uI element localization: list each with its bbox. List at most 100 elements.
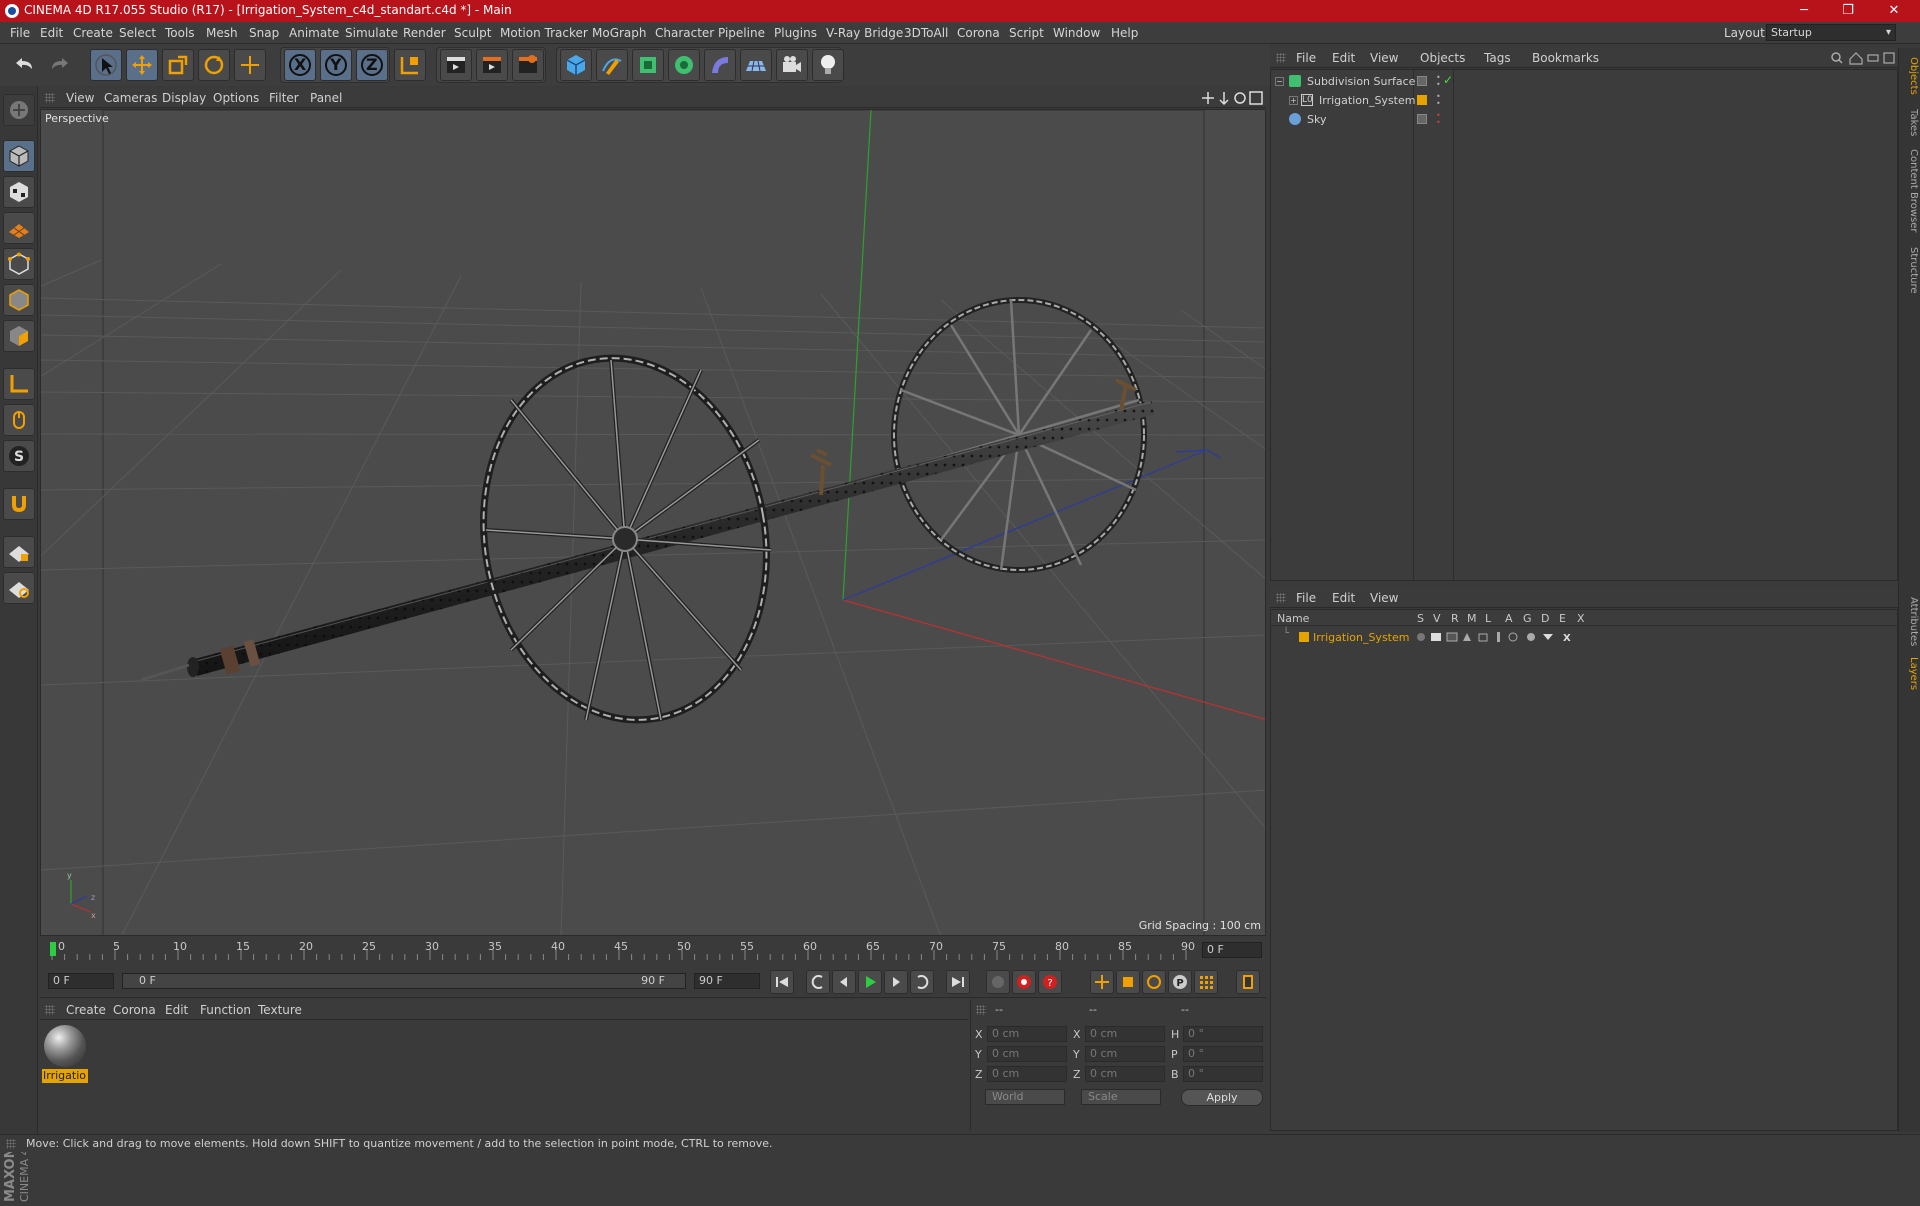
layer-col-r[interactable]: R xyxy=(1451,612,1459,625)
previous-frame-button[interactable] xyxy=(832,970,856,994)
object-menu-tags[interactable]: Tags xyxy=(1484,51,1511,65)
workplane-mode-button[interactable] xyxy=(3,212,35,244)
tab-content-browser[interactable]: Content Browser xyxy=(1901,148,1919,234)
layer-tag-icon[interactable] xyxy=(1417,76,1427,86)
layer-menu-file[interactable]: File xyxy=(1296,591,1316,605)
render-settings-button[interactable] xyxy=(512,49,544,81)
tab-structure[interactable]: Structure xyxy=(1901,244,1919,296)
panel-grip[interactable] xyxy=(1276,53,1286,63)
points-mode-button[interactable] xyxy=(3,248,35,280)
undo-button[interactable] xyxy=(8,49,40,81)
key-position-button[interactable] xyxy=(1090,970,1114,994)
material-menu-create[interactable]: Create xyxy=(66,1003,106,1017)
object-menu-view[interactable]: View xyxy=(1370,51,1398,65)
live-selection-button[interactable] xyxy=(90,49,122,81)
material-item[interactable]: Irrigatio xyxy=(40,1021,90,1085)
goto-next-key-button[interactable] xyxy=(910,970,934,994)
object-menu-file[interactable]: File xyxy=(1296,51,1316,65)
size-z-field[interactable]: 0 cm xyxy=(1085,1066,1165,1082)
menu-tools[interactable]: Tools xyxy=(165,26,195,40)
position-y-field[interactable]: 0 cm xyxy=(987,1046,1067,1062)
play-button[interactable] xyxy=(858,970,882,994)
menu-mesh[interactable]: Mesh xyxy=(206,26,238,40)
key-rotation-button[interactable] xyxy=(1142,970,1166,994)
rotation-b-field[interactable]: 0 ° xyxy=(1183,1066,1263,1082)
magnet-button[interactable] xyxy=(3,488,35,520)
menu-motion-tracker[interactable]: Motion Tracker xyxy=(500,26,588,40)
rotation-h-field[interactable]: 0 ° xyxy=(1183,1026,1263,1042)
menu-plugins[interactable]: Plugins xyxy=(774,26,817,40)
layer-color-swatch[interactable] xyxy=(1299,632,1309,642)
goto-start-button[interactable] xyxy=(770,970,794,994)
goto-end-button[interactable] xyxy=(946,970,970,994)
cloner-button[interactable] xyxy=(668,49,700,81)
object-menu-objects[interactable]: Objects xyxy=(1420,51,1465,65)
layer-tag-icon[interactable] xyxy=(1417,114,1427,124)
menu-snap[interactable]: Snap xyxy=(249,26,279,40)
floor-object-button[interactable] xyxy=(740,49,772,81)
menu-help[interactable]: Help xyxy=(1111,26,1138,40)
viewport-nav-icons[interactable] xyxy=(1200,90,1264,106)
timeline-ruler[interactable]: 0 5 10 15 20 25 30 35 40 45 50 55 60 65 … xyxy=(40,938,1266,962)
visibility-dots-icon[interactable]: • • xyxy=(1436,74,1441,89)
object-row-subdivision-surface[interactable]: − Subdivision Surface • • ✓ xyxy=(1271,72,1897,91)
end-frame-field[interactable]: 90 F xyxy=(694,973,760,989)
layer-col-m[interactable]: M xyxy=(1467,612,1477,625)
minimize-button[interactable]: ─ xyxy=(1784,1,1824,21)
current-frame-field[interactable]: 0 F xyxy=(1202,942,1262,958)
layer-col-x[interactable]: X xyxy=(1577,612,1585,625)
x-axis-lock-button[interactable]: X xyxy=(284,49,316,81)
viewport-menu-filter[interactable]: Filter xyxy=(269,91,299,105)
scale-tool-button[interactable] xyxy=(162,49,194,81)
viewport-menu-cameras[interactable]: Cameras xyxy=(104,91,157,105)
panel-grip[interactable] xyxy=(976,1005,986,1015)
material-menu-edit[interactable]: Edit xyxy=(165,1003,188,1017)
visibility-dots-icon[interactable]: • • xyxy=(1436,93,1441,108)
render-view-button[interactable] xyxy=(440,49,472,81)
rotation-p-field[interactable]: 0 ° xyxy=(1183,1046,1263,1062)
axis-mode-button[interactable] xyxy=(3,368,35,400)
move-tool-button[interactable] xyxy=(126,49,158,81)
close-button[interactable]: ✕ xyxy=(1874,1,1914,21)
cube-object-button[interactable] xyxy=(560,49,592,81)
rotate-tool-button[interactable] xyxy=(198,49,230,81)
layer-col-g[interactable]: G xyxy=(1523,612,1532,625)
polygons-mode-button[interactable] xyxy=(3,320,35,352)
recent-tool-button[interactable] xyxy=(234,49,266,81)
menu-pipeline[interactable]: Pipeline xyxy=(718,26,765,40)
redo-button[interactable] xyxy=(44,49,76,81)
panel-grip[interactable] xyxy=(45,1005,55,1015)
tab-takes[interactable]: Takes xyxy=(1901,106,1919,140)
layer-col-l[interactable]: L xyxy=(1485,612,1491,625)
coordinate-system-button[interactable] xyxy=(394,49,426,81)
menu-vray-bridge[interactable]: V-Ray Bridge xyxy=(826,26,903,40)
tab-attributes[interactable]: Attributes xyxy=(1901,592,1919,652)
viewport-menu-panel[interactable]: Panel xyxy=(310,91,342,105)
autokey-button[interactable] xyxy=(1012,970,1036,994)
model-mode-button[interactable] xyxy=(3,140,35,172)
enabled-check-icon[interactable]: ✓ xyxy=(1443,73,1453,87)
tab-layers[interactable]: Layers xyxy=(1901,654,1919,694)
material-menu-function[interactable]: Function xyxy=(200,1003,251,1017)
layer-row-irrigation-system[interactable]: └ Irrigation_System X xyxy=(1271,628,1897,647)
tab-objects[interactable]: Objects xyxy=(1901,54,1919,98)
panel-grip[interactable] xyxy=(45,93,55,103)
collapse-toggle-icon[interactable]: − xyxy=(1275,77,1284,86)
layer-color-icon[interactable] xyxy=(1417,95,1427,105)
snap-button[interactable]: S xyxy=(3,440,35,472)
layer-col-v[interactable]: V xyxy=(1433,612,1441,625)
layer-col-a[interactable]: A xyxy=(1505,612,1513,625)
layer-col-e[interactable]: E xyxy=(1559,612,1566,625)
viewport-menu-options[interactable]: Options xyxy=(213,91,259,105)
menu-3dtoall[interactable]: 3DToAll xyxy=(904,26,948,40)
edges-mode-button[interactable] xyxy=(3,284,35,316)
object-menu-bookmarks[interactable]: Bookmarks xyxy=(1532,51,1599,65)
deformer-button[interactable] xyxy=(704,49,736,81)
tweak-mode-button[interactable] xyxy=(3,404,35,436)
size-y-field[interactable]: 0 cm xyxy=(1085,1046,1165,1062)
next-frame-button[interactable] xyxy=(884,970,908,994)
object-manager-tool-icons[interactable] xyxy=(1830,51,1896,65)
y-axis-lock-button[interactable]: Y xyxy=(320,49,352,81)
material-menu-corona[interactable]: Corona xyxy=(113,1003,156,1017)
subdivision-surface-button[interactable] xyxy=(632,49,664,81)
